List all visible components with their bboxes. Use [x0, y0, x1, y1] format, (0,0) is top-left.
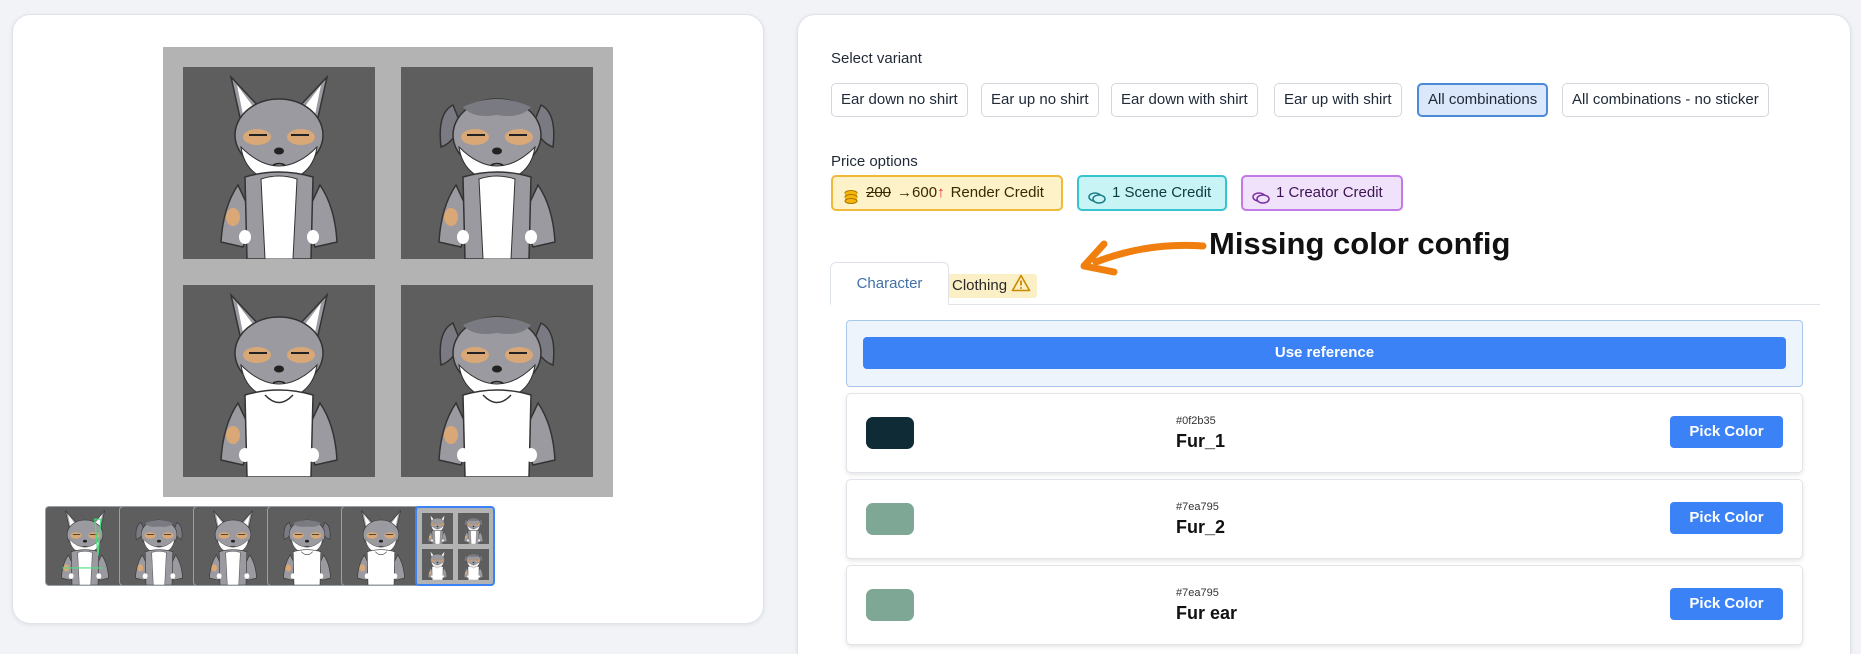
variant-ear-up-with-shirt[interactable]: Ear up with shirt [1274, 83, 1402, 117]
variant-ear-down-with-shirt[interactable]: Ear down with shirt [1111, 83, 1258, 117]
color-swatch[interactable] [866, 589, 914, 621]
config-panel: Select variant Ear down no shirt Ear up … [797, 14, 1851, 654]
thumbnail-ear-down-no-shirt[interactable] [119, 506, 199, 586]
coins-icon [842, 185, 860, 204]
thumbnail-ear-down-with-shirt[interactable] [267, 506, 347, 586]
credit-coins-icon [1252, 185, 1270, 204]
warning-triangle-icon [1011, 274, 1031, 299]
color-row-fur-2: #7ea795 Fur_2 Pick Color [846, 479, 1803, 559]
thumbnail-ear-up-no-shirt[interactable] [193, 506, 273, 586]
variant-ear-up-no-shirt[interactable]: Ear up no shirt [981, 83, 1099, 117]
color-hex: #7ea795 [1176, 501, 1219, 513]
pick-color-button[interactable]: Pick Color [1670, 416, 1783, 448]
color-swatch[interactable] [866, 417, 914, 449]
use-reference-button[interactable]: Use reference [863, 337, 1786, 369]
color-hex: #7ea795 [1176, 587, 1219, 599]
render-credit-option[interactable]: 200 → 600 ↑ Render Credit [831, 175, 1063, 211]
tabs-divider [830, 304, 1820, 305]
variant-all-combinations[interactable]: All combinations [1417, 83, 1549, 117]
color-name: Fur ear [1176, 603, 1238, 623]
credit-coins-icon [1088, 185, 1106, 204]
pick-color-button[interactable]: Pick Color [1670, 502, 1783, 534]
render-credit-label: Render Credit [950, 184, 1044, 201]
color-hex: #0f2b35 [1176, 415, 1216, 427]
new-price: 600 [912, 184, 938, 201]
thumbnail-reference-sheet[interactable] [45, 506, 125, 586]
old-price: 200 [866, 184, 892, 201]
annotation-arrow-icon [1080, 240, 1207, 276]
price-arrow: → [897, 184, 913, 201]
price-options-label: Price options [831, 153, 918, 170]
creator-credit-label: 1 Creator Credit [1276, 184, 1383, 201]
main-preview-image [163, 47, 613, 497]
tab-clothing-label: Clothing [952, 277, 1008, 294]
variant-ear-down-no-shirt[interactable]: Ear down no shirt [831, 83, 968, 117]
preview-ear-up-with-shirt [183, 285, 375, 477]
tab-clothing[interactable]: Clothing [945, 274, 1038, 299]
scene-credit-label: 1 Scene Credit [1112, 184, 1212, 201]
preview-ear-down-no-shirt [401, 67, 593, 259]
pick-color-button[interactable]: Pick Color [1670, 588, 1783, 620]
scene-credit-option[interactable]: 1 Scene Credit [1077, 175, 1227, 211]
color-name: Fur_1 [1176, 431, 1226, 451]
tab-character[interactable]: Character [830, 262, 949, 305]
preview-ear-up-no-shirt [183, 67, 375, 259]
thumbnail-ear-up-with-shirt[interactable] [341, 506, 421, 586]
preview-panel [12, 14, 764, 624]
reference-box: Use reference [846, 320, 1803, 387]
select-variant-label: Select variant [831, 50, 922, 67]
thumbnail-all-combinations[interactable] [415, 506, 495, 586]
color-name: Fur_2 [1176, 517, 1226, 537]
price-up-arrow-icon: ↑ [937, 184, 945, 201]
variant-all-combinations-no-sticker[interactable]: All combinations - no sticker [1562, 83, 1769, 117]
missing-color-config-annotation: Missing color config [1209, 226, 1511, 261]
color-swatch[interactable] [866, 503, 914, 535]
color-row-fur-1: #0f2b35 Fur_1 Pick Color [846, 393, 1803, 473]
preview-ear-down-with-shirt [401, 285, 593, 477]
color-row-fur-ear: #7ea795 Fur ear Pick Color [846, 565, 1803, 645]
creator-credit-option[interactable]: 1 Creator Credit [1241, 175, 1403, 211]
